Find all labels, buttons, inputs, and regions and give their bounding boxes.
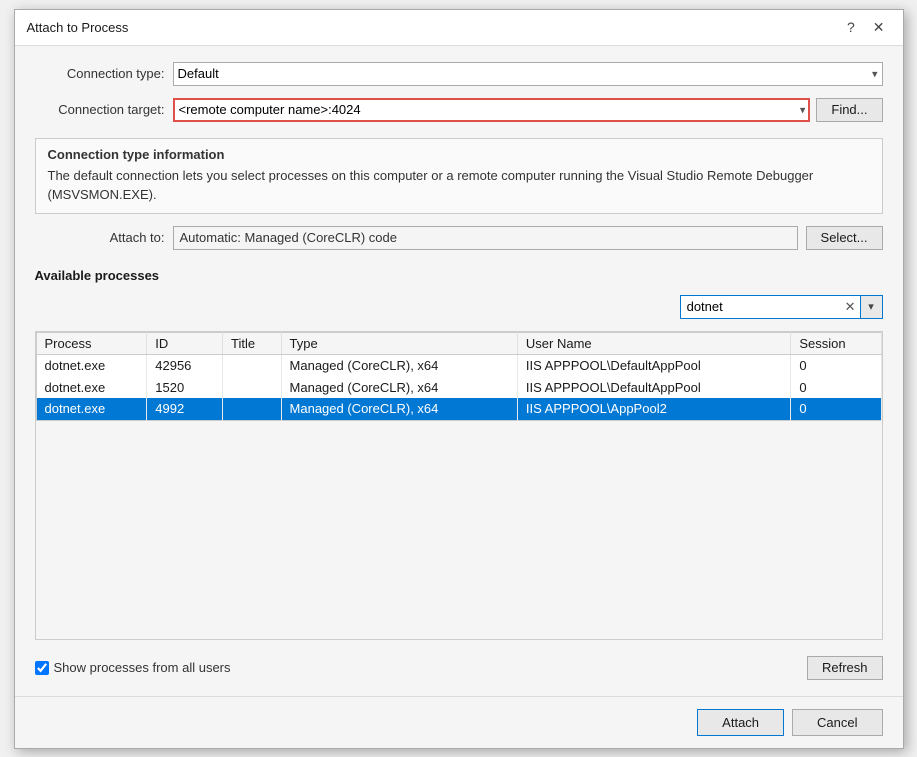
table-cell: Managed (CoreCLR), x64 — [281, 376, 517, 398]
table-row[interactable]: dotnet.exe4992 Managed (CoreCLR), x64IIS … — [36, 398, 881, 420]
col-process[interactable]: Process — [36, 332, 147, 354]
process-table-header-row: Process ID Title Type User Name Session — [36, 332, 881, 354]
dialog-footer: Attach Cancel — [15, 696, 903, 748]
table-cell: 1520 — [147, 376, 223, 398]
search-input-wrap: ✕ ▾ — [680, 295, 883, 319]
help-button[interactable]: ? — [841, 18, 861, 36]
process-table: Process ID Title Type User Name Session … — [36, 332, 882, 421]
table-cell: dotnet.exe — [36, 376, 147, 398]
attach-to-label: Attach to: — [35, 230, 165, 245]
connection-target-label: Connection target: — [35, 102, 165, 117]
attach-to-row: Attach to: Automatic: Managed (CoreCLR) … — [35, 226, 883, 250]
attach-to-process-dialog: Attach to Process ? ✕ Connection type: D… — [14, 9, 904, 749]
col-title[interactable]: Title — [223, 332, 282, 354]
table-cell: dotnet.exe — [36, 398, 147, 420]
show-all-users-checkbox[interactable] — [35, 661, 49, 675]
available-processes-title: Available processes — [35, 268, 883, 283]
table-cell: dotnet.exe — [36, 354, 147, 376]
table-cell: IIS APPPOOL\DefaultAppPool — [517, 354, 790, 376]
col-username[interactable]: User Name — [517, 332, 790, 354]
col-session[interactable]: Session — [791, 332, 881, 354]
table-row[interactable]: dotnet.exe42956 Managed (CoreCLR), x64IIS… — [36, 354, 881, 376]
table-cell: 4992 — [147, 398, 223, 420]
attach-button[interactable]: Attach — [697, 709, 784, 736]
col-id[interactable]: ID — [147, 332, 223, 354]
dialog-body: Connection type: DefaultSSHDocker (Linux… — [15, 46, 903, 696]
table-cell: Managed (CoreCLR), x64 — [281, 354, 517, 376]
table-cell: 0 — [791, 354, 881, 376]
dialog-title: Attach to Process — [27, 20, 129, 35]
table-cell — [223, 354, 282, 376]
connection-type-select-wrapper: DefaultSSHDocker (Linux Container) — [173, 62, 883, 86]
connection-type-select[interactable]: DefaultSSHDocker (Linux Container) — [173, 62, 883, 86]
process-table-header: Process ID Title Type User Name Session — [36, 332, 881, 354]
close-button[interactable]: ✕ — [867, 18, 891, 36]
table-cell: IIS APPPOOL\DefaultAppPool — [517, 376, 790, 398]
title-bar-controls: ? ✕ — [841, 18, 891, 36]
connection-target-control: Find... — [173, 98, 883, 122]
info-box-text: The default connection lets you select p… — [48, 166, 870, 205]
search-clear-icon[interactable]: ✕ — [841, 296, 860, 318]
search-input[interactable] — [681, 296, 841, 318]
process-table-scroll: Process ID Title Type User Name Session … — [36, 332, 882, 532]
table-row[interactable]: dotnet.exe1520 Managed (CoreCLR), x64IIS … — [36, 376, 881, 398]
table-cell: 0 — [791, 398, 881, 420]
connection-target-row: Connection target: Find... — [35, 98, 883, 122]
find-button[interactable]: Find... — [816, 98, 882, 122]
connection-target-input[interactable] — [173, 98, 811, 122]
search-dropdown-button[interactable]: ▾ — [860, 296, 882, 318]
table-cell: IIS APPPOOL\AppPool2 — [517, 398, 790, 420]
bottom-row: Show processes from all users Refresh — [35, 656, 883, 680]
attach-to-field: Automatic: Managed (CoreCLR) code — [173, 226, 798, 250]
show-all-users-checkbox-label[interactable]: Show processes from all users — [35, 660, 231, 675]
table-cell — [223, 398, 282, 420]
show-all-users-label: Show processes from all users — [54, 660, 231, 675]
connection-target-input-wrap — [173, 98, 811, 122]
connection-type-row: Connection type: DefaultSSHDocker (Linux… — [35, 62, 883, 86]
search-row: ✕ ▾ — [35, 295, 883, 319]
connection-type-label: Connection type: — [35, 66, 165, 81]
refresh-button[interactable]: Refresh — [807, 656, 883, 680]
connection-type-control: DefaultSSHDocker (Linux Container) — [173, 62, 883, 86]
table-cell: 0 — [791, 376, 881, 398]
cancel-button[interactable]: Cancel — [792, 709, 882, 736]
title-bar: Attach to Process ? ✕ — [15, 10, 903, 46]
process-table-body: dotnet.exe42956 Managed (CoreCLR), x64IIS… — [36, 354, 881, 420]
connection-info-box: Connection type information The default … — [35, 138, 883, 214]
col-type[interactable]: Type — [281, 332, 517, 354]
table-cell: 42956 — [147, 354, 223, 376]
process-table-wrapper: Process ID Title Type User Name Session … — [35, 331, 883, 640]
info-box-title: Connection type information — [48, 147, 870, 162]
select-button[interactable]: Select... — [806, 226, 883, 250]
table-cell: Managed (CoreCLR), x64 — [281, 398, 517, 420]
table-cell — [223, 376, 282, 398]
